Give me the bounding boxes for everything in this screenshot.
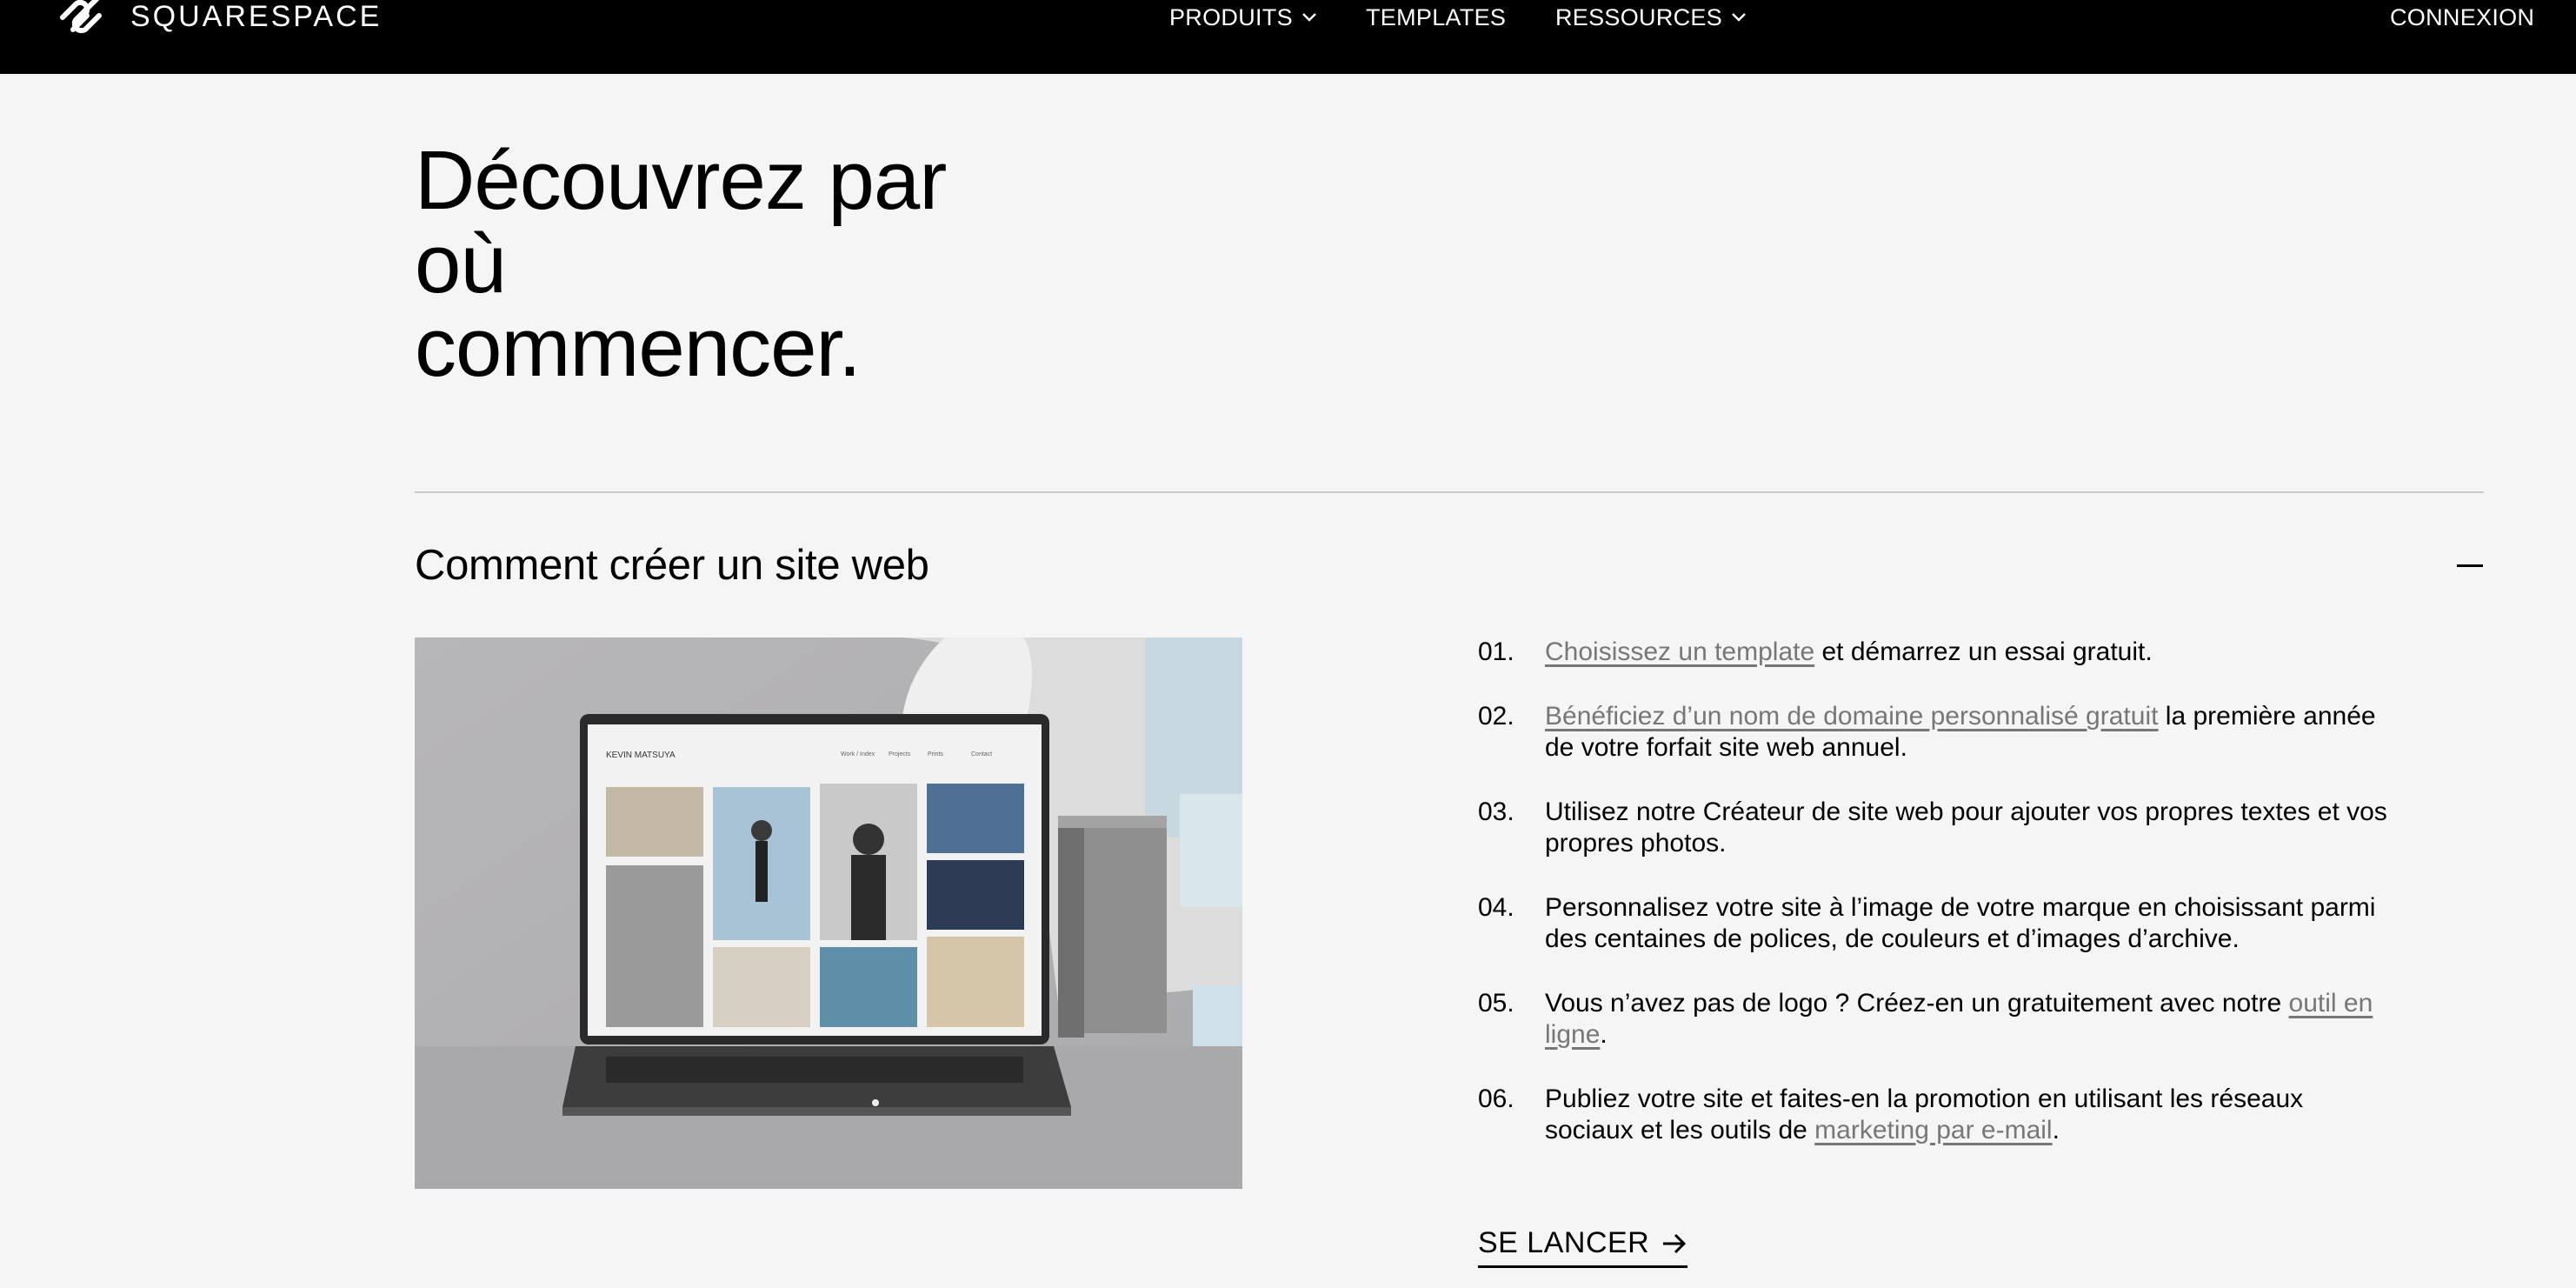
list-item: 04. Personnalisez votre site à l’image d… (1478, 892, 2400, 955)
nav-templates-label: TEMPLATES (1366, 3, 1507, 30)
page-title-line: où (415, 217, 507, 310)
steps-list: 01. Choisissez un template et démarrez u… (1478, 637, 2400, 1179)
step-number: 03. (1478, 797, 1514, 826)
nav-templates[interactable]: TEMPLATES (1366, 0, 1506, 35)
list-item: 01. Choisissez un template et démarrez u… (1478, 637, 2400, 668)
list-item: 05. Vous n’avez pas de logo ? Créez-en u… (1478, 988, 2400, 1051)
list-item: 02. Bénéficiez d’un nom de domaine perso… (1478, 701, 2400, 764)
accordion-title[interactable]: Comment créer un site web (415, 541, 929, 590)
list-item: 06. Publiez votre site et faites-en la p… (1478, 1084, 2400, 1146)
choose-template-link[interactable]: Choisissez un template (1545, 637, 1814, 666)
site-name: KEVIN MATSUYA (606, 751, 676, 760)
nav-produits[interactable]: PRODUITS (1169, 0, 1317, 35)
laptop-website-illustration: KEVIN MATSUYA Work / Index Projects Prin… (415, 637, 1242, 1189)
chevron-down-icon (1732, 13, 1746, 22)
step-text-before: Vous n’avez pas de logo ? Créez-en un gr… (1545, 989, 2289, 1018)
get-started-label: SE LANCER (1478, 1226, 1650, 1259)
step-text: Choisissez un template et démarrez un es… (1545, 637, 2397, 668)
get-started-button[interactable]: SE LANCER (1478, 1226, 1688, 1268)
site-menu-item: Projects (889, 751, 911, 757)
nav-produits-label: PRODUITS (1169, 3, 1293, 30)
list-item: 03. Utilisez notre Créateur de site web … (1478, 797, 2400, 859)
arrow-right-icon (1663, 1233, 1687, 1253)
page-title-line: Découvrez par (415, 134, 947, 227)
step-text: Publiez votre site et faites-en la promo… (1545, 1084, 2397, 1146)
email-marketing-link[interactable]: marketing par e-mail (1814, 1116, 2052, 1145)
logo-text: SQUARESPACE (130, 0, 383, 33)
login-label: CONNEXION (2390, 3, 2535, 30)
site-menu-item: Work / Index (841, 751, 875, 757)
squarespace-logo-icon (60, 0, 102, 34)
step-text: Vous n’avez pas de logo ? Créez-en un gr… (1545, 988, 2397, 1051)
step-text: Personnalisez votre site à l’image de vo… (1545, 893, 2376, 953)
step-number: 06. (1478, 1084, 1514, 1113)
site-menu-item: Prints (928, 751, 943, 757)
nav-ressources[interactable]: RESSOURCES (1555, 0, 1747, 35)
step-text: Utilisez notre Créateur de site web pour… (1545, 797, 2387, 858)
step-number: 04. (1478, 893, 1514, 922)
nav-ressources-label: RESSOURCES (1555, 3, 1723, 30)
page-title-line: commencer. (415, 301, 862, 394)
step-number: 01. (1478, 637, 1514, 666)
collapse-minus-icon[interactable] (2457, 557, 2485, 576)
page-title: Découvrez par où commencer. (415, 139, 1041, 390)
step-text-after: . (2052, 1116, 2060, 1145)
step-number: 02. (1478, 702, 1514, 731)
step-text-after: et démarrez un essai gratuit. (1814, 637, 2153, 666)
top-navigation-bar: SQUARESPACE PRODUITS TEMPLATES RESSOURCE… (0, 0, 2576, 74)
step-number: 05. (1478, 989, 1514, 1018)
step-text: Bénéficiez d’un nom de domaine personnal… (1545, 701, 2397, 764)
squarespace-logo[interactable]: SQUARESPACE (57, 0, 382, 35)
login-link[interactable]: CONNEXION (2390, 0, 2534, 35)
free-domain-link[interactable]: Bénéficiez d’un nom de domaine personnal… (1545, 702, 2158, 731)
step-text-after: . (1600, 1020, 1608, 1049)
site-menu-item: Contact (971, 751, 992, 757)
chevron-down-icon (1302, 13, 1316, 22)
section-divider (415, 491, 2484, 493)
